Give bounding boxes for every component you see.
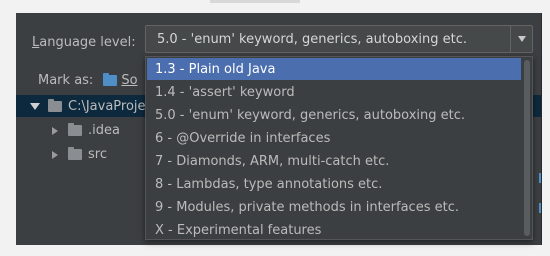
tree-root-item[interactable]: C:\JavaProje: [30, 99, 146, 114]
language-level-label-rest: anguage level:: [39, 34, 136, 50]
right-edge-hint-mark: [539, 173, 541, 183]
language-level-combobox[interactable]: 5.0 - 'enum' keyword, generics, autoboxi…: [145, 25, 533, 53]
sources-folder-icon: [103, 73, 118, 86]
tree-item-src[interactable]: src: [52, 147, 107, 162]
tree-item-label: src: [88, 147, 107, 162]
window-edge-decoration: [210, 0, 300, 3]
folder-icon: [68, 123, 82, 136]
background-strip: [0, 0, 550, 13]
language-level-selected-value: 5.0 - 'enum' keyword, generics, autoboxi…: [157, 31, 468, 47]
tree-root-label: C:\JavaProje: [68, 99, 146, 114]
language-level-row: Language level:: [32, 31, 136, 53]
language-level-option[interactable]: 6 - @Override in interfaces: [147, 127, 521, 149]
mark-as-sources-button[interactable]: So: [121, 73, 137, 88]
scrollbar-thumb[interactable]: [524, 60, 530, 236]
folder-icon: [48, 99, 62, 112]
language-level-option[interactable]: X - Experimental features: [147, 219, 521, 239]
expand-down-icon[interactable]: [30, 103, 40, 110]
folder-icon: [68, 147, 82, 160]
tree-item-idea[interactable]: .idea: [52, 123, 120, 138]
language-level-option[interactable]: 1.4 - 'assert' keyword: [147, 81, 521, 103]
tree-item-label: .idea: [88, 123, 120, 138]
mark-as-label: Mark as:: [38, 73, 94, 88]
language-level-option[interactable]: 7 - Diamonds, ARM, multi-catch etc.: [147, 150, 521, 172]
language-level-dropdown-list: 1.3 - Plain old Java 1.4 - 'assert' keyw…: [145, 56, 533, 240]
right-edge-hint-mark: [539, 203, 541, 213]
language-level-option[interactable]: 1.3 - Plain old Java: [147, 58, 521, 80]
combobox-arrow-button[interactable]: [510, 26, 532, 52]
expand-right-icon[interactable]: [52, 126, 58, 135]
language-level-option[interactable]: 5.0 - 'enum' keyword, generics, autoboxi…: [147, 104, 521, 126]
expand-right-icon[interactable]: [52, 150, 58, 159]
mark-as-row: Mark as: So: [38, 73, 138, 88]
language-level-option[interactable]: 8 - Lambdas, type annotations etc.: [147, 173, 521, 195]
language-level-option[interactable]: 9 - Modules, private methods in interfac…: [147, 196, 521, 218]
language-level-label: Language level:: [32, 35, 136, 50]
dropdown-scrollbar[interactable]: [522, 58, 531, 238]
chevron-down-icon: [517, 36, 526, 42]
